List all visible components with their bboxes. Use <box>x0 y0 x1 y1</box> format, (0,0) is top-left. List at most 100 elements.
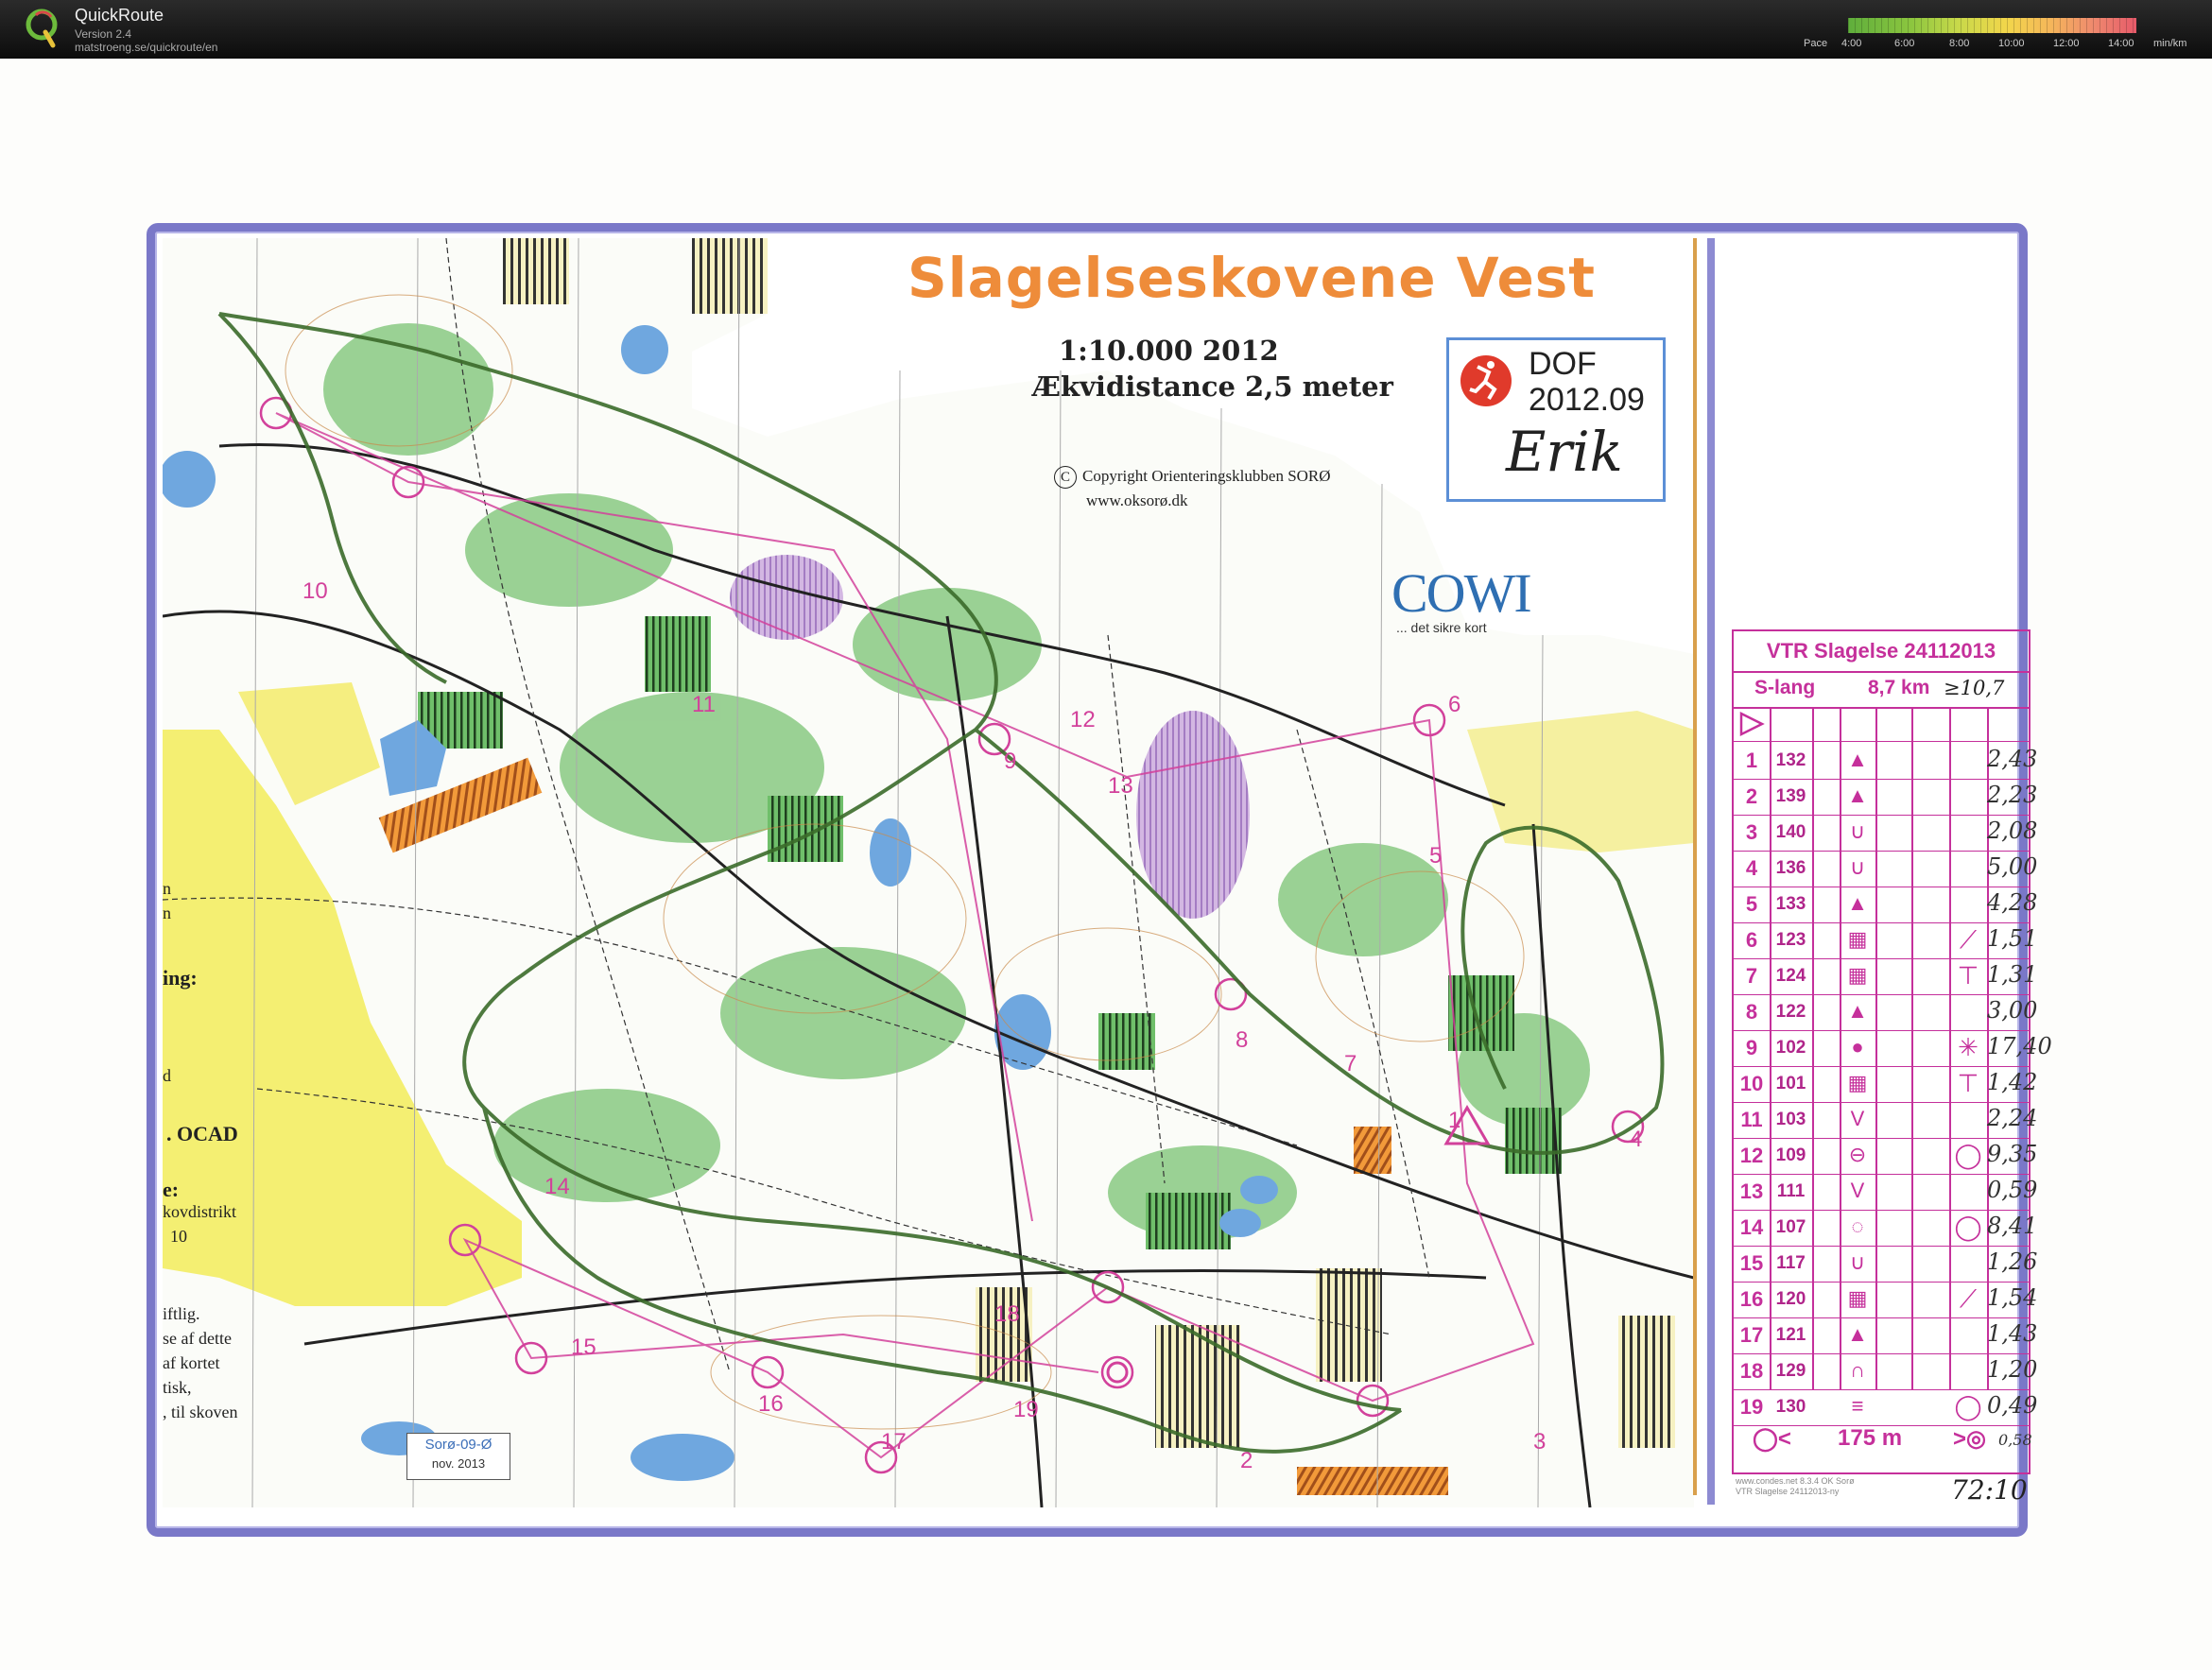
control-number: 18 <box>1739 1359 1764 1383</box>
control-label: 6 <box>1448 692 1461 717</box>
control-label: 18 <box>994 1301 1020 1327</box>
split-time: 1,42 <box>1987 1069 2038 1095</box>
control-label: 12 <box>1070 707 1096 732</box>
split-time: 4,28 <box>1987 889 2038 916</box>
control-number: 8 <box>1745 1000 1758 1024</box>
control-label: 14 <box>544 1174 570 1199</box>
control-code: 121 <box>1775 1325 1806 1345</box>
control-label: 19 <box>1013 1397 1039 1422</box>
split-time: 2,24 <box>1987 1105 2038 1131</box>
control-feature-icon: V <box>1850 1179 1865 1202</box>
pace-tick: 4:00 <box>1841 38 1862 49</box>
map-equidistance: Ækvidistance 2,5 meter <box>1032 370 1393 403</box>
control-detail-icon: ⊤ <box>1957 1069 1979 1097</box>
control-row: 7 124 ▦ ⊤ 1,31 <box>1734 958 2037 995</box>
control-row: 16 120 ▦ ⟋ 1,54 <box>1734 1282 2037 1318</box>
map-title: Slagelseskovene Vest <box>907 246 1597 310</box>
control-row: 8 122 ▲ 3,00 <box>1734 994 2037 1031</box>
start-triangle-icon <box>1739 711 1765 737</box>
control-number: 4 <box>1745 856 1758 880</box>
pace-unit: min/km <box>2153 38 2187 49</box>
dof-name: DOF <box>1529 346 1597 382</box>
map-stamp: Sorø-09-Ø nov. 2013 <box>406 1433 510 1480</box>
legend-fragment: iftlig. <box>163 1304 200 1323</box>
control-row: 10 101 ▦ ⊤ 1,42 <box>1734 1066 2037 1103</box>
split-time: 2,23 <box>1987 782 2038 808</box>
control-label: 3 <box>1533 1429 1547 1455</box>
control-number: 19 <box>1739 1395 1764 1419</box>
card-class-row: S-lang 8,7 km ≥10,7 <box>1734 671 2029 709</box>
legend-fragment: ing: <box>163 966 198 990</box>
pace-label: Pace <box>1804 38 1828 49</box>
control-code: 122 <box>1775 1002 1806 1022</box>
pace-tick: 14:00 <box>2108 38 2134 49</box>
control-number: 9 <box>1745 1036 1758 1059</box>
legend-fragment: . OCAD <box>166 1122 238 1145</box>
split-time: 3,00 <box>1987 997 2038 1024</box>
split-time: 1,43 <box>1987 1320 2038 1347</box>
actual-length: ≥10,7 <box>1944 677 2005 699</box>
control-feature-icon: ● <box>1851 1035 1864 1059</box>
control-label: 17 <box>881 1429 907 1455</box>
control-label: 8 <box>1236 1027 1249 1053</box>
control-number: 1 <box>1745 749 1758 772</box>
control-code: 102 <box>1775 1038 1806 1058</box>
control-detail-icon: ◯ <box>1954 1213 1982 1241</box>
legend-fragment: 10 <box>170 1227 187 1246</box>
control-label: 13 <box>1108 773 1133 799</box>
control-feature-icon: ▦ <box>1847 963 1868 987</box>
control-feature-icon: V <box>1850 1107 1865 1130</box>
control-code: 136 <box>1775 858 1806 878</box>
control-feature-icon: ▦ <box>1847 1071 1868 1094</box>
control-row: 1 132 ▲ 2,43 <box>1734 743 2037 780</box>
control-feature-icon: ▦ <box>1847 927 1868 951</box>
stamp-id: Sorø-09-Ø <box>424 1437 493 1453</box>
split-time: 2,08 <box>1987 818 2038 844</box>
legend-fragment: se af dette <box>163 1329 232 1348</box>
control-number: 11 <box>1740 1108 1763 1131</box>
legend-fragment: af kortet <box>163 1353 220 1372</box>
control-row: 3 140 ∪ 2,08 <box>1734 815 2037 852</box>
split-time: 5,00 <box>1987 853 2038 880</box>
control-number: 16 <box>1739 1287 1764 1311</box>
control-number: 5 <box>1745 892 1758 916</box>
control-row: 14 107 ◌ ◯ 8,41 <box>1734 1210 2037 1247</box>
card-footer-line: www.condes.net 8.3.4 OK Sorø <box>1736 1476 1855 1486</box>
legend-fragment: n <box>163 879 171 898</box>
copyright-icon: C <box>1054 466 1077 489</box>
control-label: 15 <box>571 1334 596 1360</box>
split-time: 0,49 <box>1987 1392 2038 1419</box>
control-feature-icon: ▲ <box>1847 783 1868 807</box>
sponsor-tagline: ... det sikre kort <box>1396 620 1487 635</box>
control-row: 13 111 V 0,59 <box>1734 1174 2037 1211</box>
pace-tick: 6:00 <box>1894 38 1915 49</box>
card-footer: www.condes.net 8.3.4 OK Sorø VTR Slagels… <box>1736 1476 1855 1497</box>
control-number: 6 <box>1745 928 1758 952</box>
split-time: 17,40 <box>1987 1033 2052 1059</box>
split-time: 8,41 <box>1987 1213 2038 1239</box>
control-detail-icon: ⊤ <box>1957 961 1979 990</box>
control-code: 129 <box>1775 1361 1806 1381</box>
control-feature-icon: ∩ <box>1850 1358 1865 1382</box>
control-label: 11 <box>692 692 716 717</box>
control-number: 7 <box>1745 964 1758 988</box>
control-label: 4 <box>1630 1127 1643 1152</box>
control-row: 12 109 ⊖ ◯ 9,35 <box>1734 1138 2037 1175</box>
control-feature-icon: ⊖ <box>1848 1143 1867 1166</box>
control-number: 13 <box>1739 1179 1764 1203</box>
card-footer-line: VTR Slagelse 24112013-ny <box>1736 1487 1840 1496</box>
card-title: VTR Slagelse 24112013 <box>1734 631 2029 673</box>
control-code: 117 <box>1776 1253 1806 1273</box>
legend-fragment: n <box>163 904 171 922</box>
finish-start-icon: ◯< <box>1753 1426 1791 1452</box>
control-feature-icon: ≡ <box>1851 1394 1864 1418</box>
split-time: 1,51 <box>1987 925 2038 952</box>
control-detail-icon: ◯ <box>1954 1141 1982 1169</box>
stamp-date: nov. 2013 <box>431 1456 486 1471</box>
control-feature-icon: ▲ <box>1847 999 1868 1023</box>
pace-color-scale <box>1848 18 2136 33</box>
pace-tick: 12:00 <box>2053 38 2080 49</box>
control-description-card: VTR Slagelse 24112013 S-lang 8,7 km ≥10,… <box>1732 629 2052 1474</box>
course-length: 8,7 km <box>1868 677 1930 698</box>
control-label: 9 <box>1004 749 1017 774</box>
